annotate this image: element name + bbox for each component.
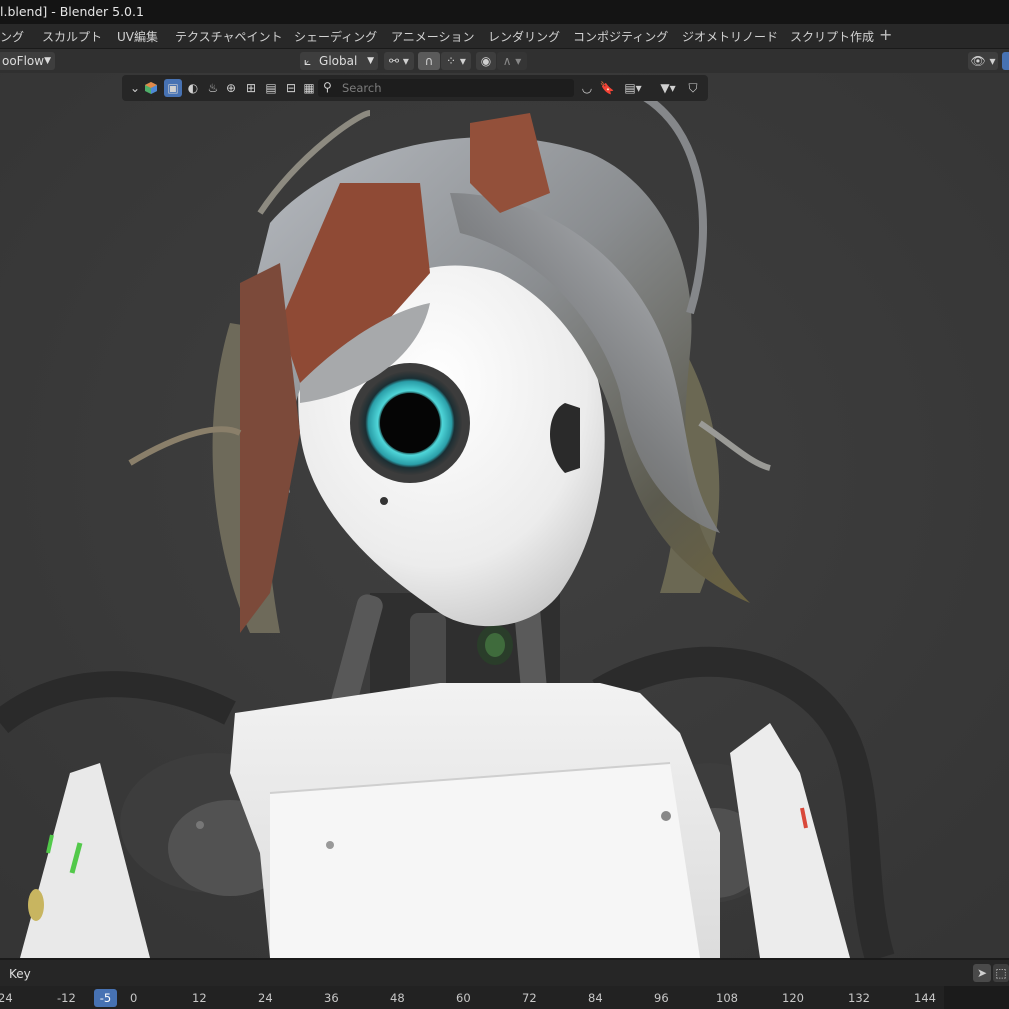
material-preview-icon[interactable]: ♨ <box>204 79 222 97</box>
viewport-floating-toolbar: ⌄ ▣ ◐ ♨ ⊕ ⊞ ▤ ⊟ ▦ ⚲ Search ◡ 🔖 ▤▾ ▼▾ ⛉ <box>122 75 708 101</box>
eye-icon: 👁 ▾ <box>970 54 996 68</box>
overlay-toggle[interactable] <box>1002 52 1009 70</box>
frame-tick: 72 <box>522 991 537 1005</box>
orientation-icon: ⟀ <box>304 54 312 68</box>
tab-geometry-nodes[interactable]: ジオメトリノード <box>682 28 778 45</box>
workspace-tabs: ング スカルプト UV編集 テクスチャペイント シェーディング アニメーション … <box>0 24 1009 49</box>
frame-tick: 36 <box>324 991 339 1005</box>
texture-icon[interactable]: ⊞ <box>242 79 260 97</box>
bookmark-icon[interactable]: 🔖 <box>598 79 616 97</box>
tab-shading[interactable]: シェーディング <box>294 28 377 45</box>
layout-menu-icon[interactable]: ▤▾ <box>618 79 648 97</box>
link-icon: ⚯ ▾ <box>389 54 409 68</box>
box-select-icon: ⬚ <box>995 966 1007 980</box>
current-frame-indicator[interactable]: -5 <box>94 989 117 1007</box>
transform-orientation-select[interactable]: ⟀ Global ▼ <box>300 52 378 70</box>
tab-layout[interactable]: ング <box>0 28 24 45</box>
frame-tick: -12 <box>57 991 76 1005</box>
ruler-end-region <box>944 986 1009 1009</box>
frame-tick: 120 <box>782 991 804 1005</box>
3d-viewport[interactable]: ⌄ ▣ ◐ ♨ ⊕ ⊞ ▤ ⊟ ▦ ⚲ Search ◡ 🔖 ▤▾ ▼▾ ⛉ <box>0 73 1009 958</box>
viewport-header: ooFlow ▼ ⟀ Global ▼ ⚯ ▾ ∩ ⁘ ▾ ◉ ∧ ▾ 👁 ▾ <box>0 49 1009 73</box>
box-select-button[interactable]: ⬚ <box>993 964 1009 982</box>
proportional-falloff-button[interactable]: ∧ ▾ <box>497 52 527 70</box>
frame-tick: 60 <box>456 991 471 1005</box>
render-icon[interactable]: ▤ <box>262 79 280 97</box>
mode-label: ooFlow <box>2 54 45 68</box>
frame-tick: 24 <box>258 991 273 1005</box>
title-bar: l.blend] - Blender 5.0.1 <box>0 0 1009 24</box>
pivot-point-button[interactable]: ⚯ ▾ <box>384 52 414 70</box>
magnet-icon: ∩ <box>424 54 434 68</box>
text-editor-icon[interactable]: ▦ <box>300 79 318 97</box>
object-type-icon[interactable] <box>142 79 160 97</box>
frame-ruler[interactable]: 24 -12 0 12 24 36 48 60 72 84 96 108 120… <box>0 986 1009 1009</box>
falloff-curve-icon: ∧ ▾ <box>502 54 522 68</box>
tab-uv-editing[interactable]: UV編集 <box>117 28 158 45</box>
frame-tick: 84 <box>588 991 603 1005</box>
tab-sculpt[interactable]: スカルプト <box>42 28 102 45</box>
select-tool-button[interactable]: ➤ <box>973 964 991 982</box>
select-box-icon[interactable]: ▣ <box>164 79 182 97</box>
grid-dots-icon: ⁘ ▾ <box>446 54 466 68</box>
mode-select[interactable]: ooFlow ▼ <box>0 52 55 70</box>
tab-texture-paint[interactable]: テクスチャペイント <box>175 28 283 45</box>
viewport-render <box>0 73 1009 958</box>
add-workspace-button[interactable]: + <box>879 25 892 44</box>
circle-dot-icon: ◉ <box>480 54 492 68</box>
frame-tick: 132 <box>848 991 870 1005</box>
image-editor-icon[interactable]: ⊟ <box>282 79 300 97</box>
snap-target-button[interactable]: ⁘ ▾ <box>441 52 471 70</box>
snap-toggle[interactable]: ∩ <box>418 52 440 70</box>
visibility-menu-button[interactable]: 👁 ▾ <box>968 52 998 70</box>
tab-rendering[interactable]: レンダリング <box>488 28 560 45</box>
orientation-label: Global <box>319 54 358 68</box>
search-placeholder: Search <box>342 81 382 95</box>
proportional-edit-toggle[interactable]: ◉ <box>476 52 496 70</box>
window-title: l.blend] - Blender 5.0.1 <box>0 4 144 19</box>
tab-compositing[interactable]: コンポジティング <box>573 28 668 45</box>
frame-tick: 108 <box>716 991 738 1005</box>
filter-icon[interactable]: ▼▾ <box>652 79 684 97</box>
tab-animation[interactable]: アニメーション <box>391 28 475 45</box>
solid-shading-icon[interactable]: ◐ <box>184 79 202 97</box>
frame-tick: 96 <box>654 991 669 1005</box>
frame-tick: 24 <box>0 991 13 1005</box>
shield-icon[interactable]: ⛉ <box>684 79 702 97</box>
cursor-icon: ➤ <box>976 966 988 980</box>
frame-tick: 0 <box>130 991 138 1005</box>
key-menu[interactable]: Key <box>9 967 31 981</box>
frame-tick: 144 <box>914 991 936 1005</box>
search-input[interactable]: ⚲ Search <box>318 79 574 97</box>
chevron-down-icon: ▼ <box>44 56 51 66</box>
frame-tick: 12 <box>192 991 207 1005</box>
search-icon: ⚲ <box>323 80 332 94</box>
world-icon[interactable]: ⊕ <box>222 79 240 97</box>
frame-tick: 48 <box>390 991 405 1005</box>
timeline-header: Key ➤ ⬚ <box>0 958 1009 986</box>
sync-outliner-icon[interactable]: ◡ <box>578 79 596 97</box>
tab-scripting[interactable]: スクリプト作成 <box>790 28 874 45</box>
chevron-down-icon: ▼ <box>367 56 374 66</box>
